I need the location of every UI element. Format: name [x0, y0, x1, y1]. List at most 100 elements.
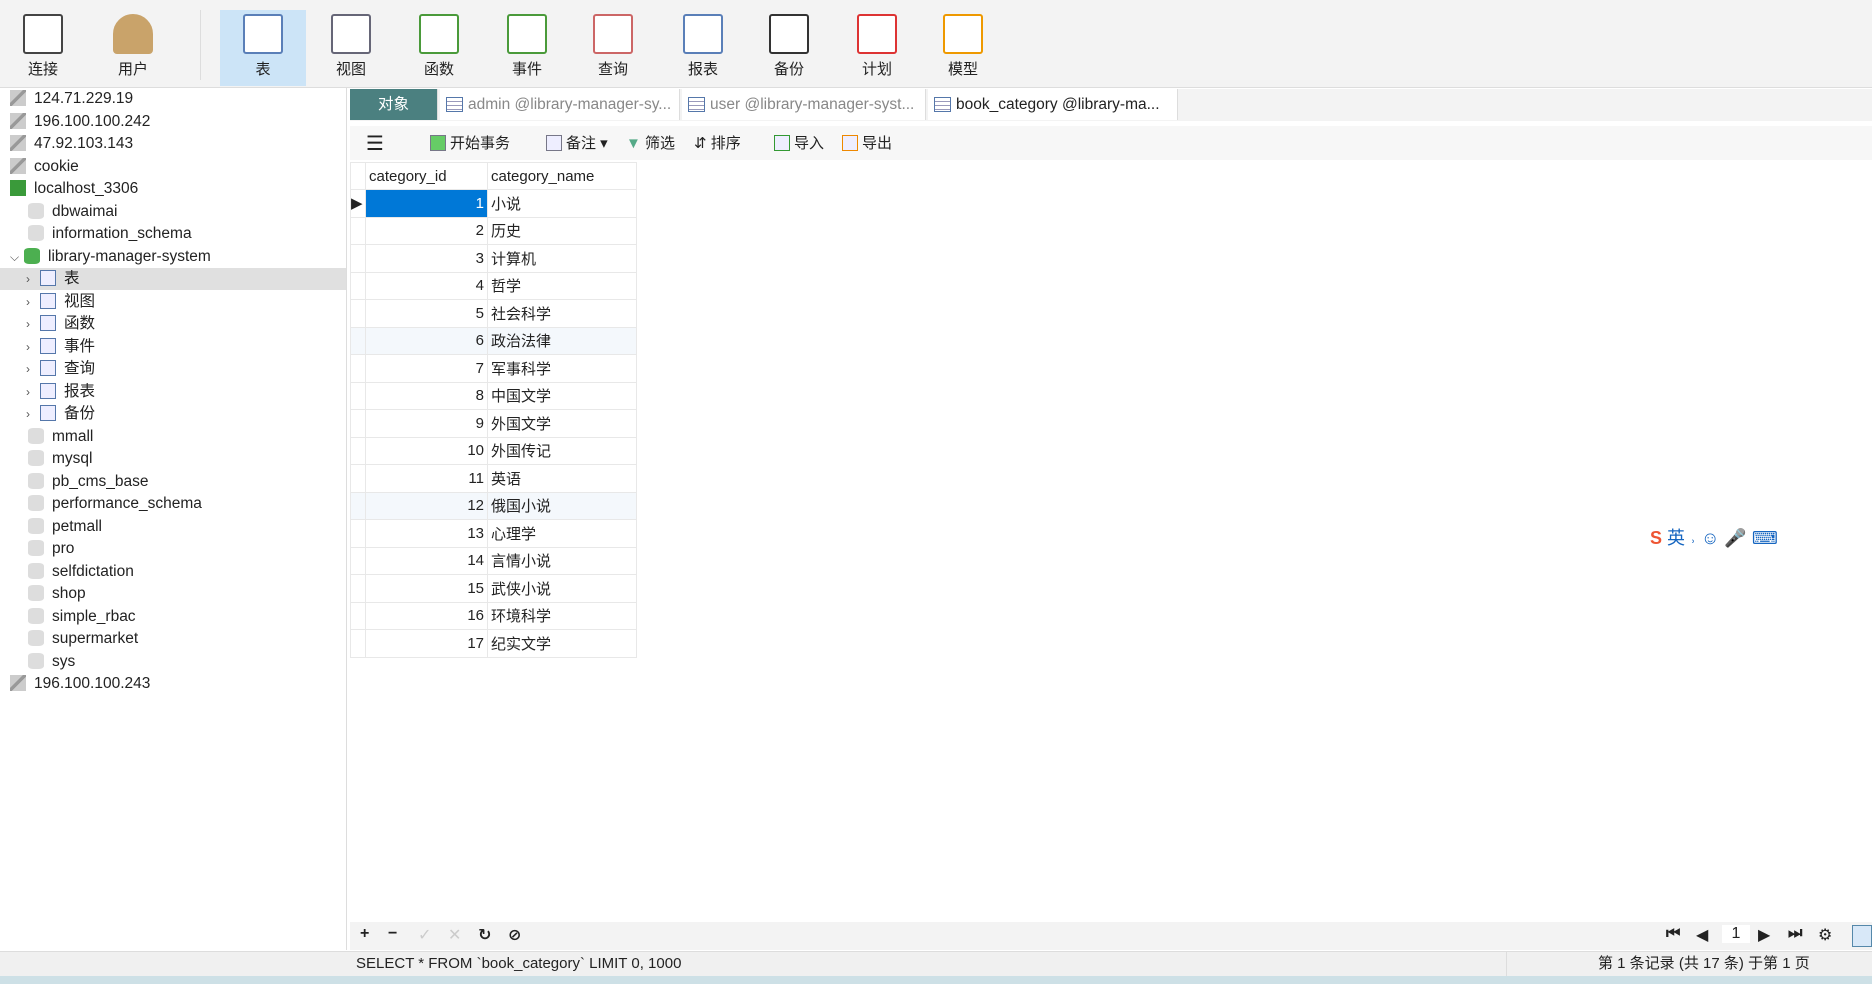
- first-page-button[interactable]: ⏮: [1666, 925, 1680, 943]
- page-input[interactable]: 1: [1722, 925, 1750, 943]
- table-row[interactable]: 2 历史: [350, 216, 637, 245]
- ime-toolbar[interactable]: S 英 ˒ ☺ 🎤 ⌨: [1650, 524, 1778, 550]
- tab-table[interactable]: admin @library-manager-sy...: [440, 89, 680, 120]
- cell-category-name[interactable]: 俄国小说: [487, 491, 637, 520]
- table-row[interactable]: 3 计算机: [350, 244, 637, 273]
- add-record-button[interactable]: +: [360, 925, 369, 943]
- table-row[interactable]: 17 纪实文学: [350, 629, 637, 658]
- cell-category-id[interactable]: 7: [365, 354, 488, 383]
- row-indicator[interactable]: [350, 546, 366, 575]
- stop-button[interactable]: ⊘: [508, 925, 521, 945]
- cell-category-name[interactable]: 社会科学: [487, 299, 637, 328]
- table-row[interactable]: 6 政治法律: [350, 326, 637, 355]
- next-page-button[interactable]: ▶: [1758, 925, 1770, 945]
- grid-view-toggle[interactable]: [1852, 925, 1872, 947]
- begin-transaction-button[interactable]: 开始事务: [430, 133, 510, 155]
- tree-node[interactable]: supermarket: [0, 628, 346, 650]
- table-row[interactable]: ▶ 1 小说: [350, 189, 637, 218]
- cell-category-id[interactable]: 13: [365, 519, 488, 548]
- table-row[interactable]: 4 哲学: [350, 271, 637, 300]
- cell-category-name[interactable]: 历史: [487, 216, 637, 245]
- tree-node[interactable]: 47.92.103.143: [0, 133, 346, 155]
- tree-node[interactable]: › 备份: [0, 403, 346, 425]
- column-header[interactable]: category_name: [487, 162, 637, 190]
- cell-category-id[interactable]: 10: [365, 436, 488, 465]
- cell-category-name[interactable]: 小说: [487, 189, 637, 218]
- tree-node[interactable]: 196.100.100.242: [0, 111, 346, 133]
- toolbar-query-button[interactable]: 查询: [570, 10, 656, 86]
- cell-category-name[interactable]: 纪实文学: [487, 629, 637, 658]
- toolbar-plug-button[interactable]: 连接: [0, 10, 86, 86]
- row-indicator[interactable]: [350, 436, 366, 465]
- row-indicator[interactable]: [350, 244, 366, 273]
- toolbar-schedule-button[interactable]: 计划: [834, 10, 920, 86]
- tab-objects[interactable]: 对象: [350, 89, 438, 120]
- table-row[interactable]: 13 心理学: [350, 519, 637, 548]
- toolbar-view-button[interactable]: 视图: [308, 10, 394, 86]
- tree-node[interactable]: simple_rbac: [0, 606, 346, 628]
- tree-node[interactable]: information_schema: [0, 223, 346, 245]
- tab-table[interactable]: book_category @library-ma...: [928, 89, 1178, 120]
- note-button[interactable]: 备注 ▾: [546, 133, 608, 155]
- tree-node[interactable]: ⌵ library-manager-system: [0, 246, 346, 268]
- tree-node[interactable]: mysql: [0, 448, 346, 470]
- cell-category-name[interactable]: 外国传记: [487, 436, 637, 465]
- cell-category-name[interactable]: 武侠小说: [487, 574, 637, 603]
- tree-node[interactable]: localhost_3306: [0, 178, 346, 200]
- row-indicator[interactable]: [350, 464, 366, 493]
- apply-button[interactable]: ✓: [418, 925, 431, 945]
- cell-category-name[interactable]: 中国文学: [487, 381, 637, 410]
- cell-category-id[interactable]: 6: [365, 326, 488, 355]
- chevron-right-icon[interactable]: ›: [26, 313, 40, 335]
- tree-node[interactable]: mmall: [0, 426, 346, 448]
- row-indicator[interactable]: [350, 519, 366, 548]
- toolbar-event-button[interactable]: 事件: [484, 10, 570, 86]
- row-indicator[interactable]: [350, 299, 366, 328]
- tree-node[interactable]: › 表: [0, 268, 346, 290]
- cell-category-name[interactable]: 环境科学: [487, 601, 637, 630]
- cell-category-id[interactable]: 12: [365, 491, 488, 520]
- table-row[interactable]: 15 武侠小说: [350, 574, 637, 603]
- chevron-right-icon[interactable]: ›: [26, 358, 40, 380]
- chevron-right-icon[interactable]: ›: [26, 268, 40, 290]
- tree-node[interactable]: 124.71.229.19: [0, 88, 346, 110]
- cell-category-id[interactable]: 17: [365, 629, 488, 658]
- cell-category-id[interactable]: 3: [365, 244, 488, 273]
- tree-node[interactable]: performance_schema: [0, 493, 346, 515]
- cell-category-id[interactable]: 2: [365, 216, 488, 245]
- table-row[interactable]: 16 环境科学: [350, 601, 637, 630]
- chevron-right-icon[interactable]: ›: [26, 336, 40, 358]
- tree-node[interactable]: petmall: [0, 516, 346, 538]
- cell-category-name[interactable]: 心理学: [487, 519, 637, 548]
- cell-category-name[interactable]: 军事科学: [487, 354, 637, 383]
- tree-node[interactable]: dbwaimai: [0, 201, 346, 223]
- table-row[interactable]: 8 中国文学: [350, 381, 637, 410]
- cell-category-id[interactable]: 11: [365, 464, 488, 493]
- column-header[interactable]: category_id: [365, 162, 488, 190]
- table-row[interactable]: 10 外国传记: [350, 436, 637, 465]
- cell-category-id[interactable]: 4: [365, 271, 488, 300]
- delete-record-button[interactable]: −: [388, 925, 397, 943]
- table-row[interactable]: 14 言情小说: [350, 546, 637, 575]
- cell-category-id[interactable]: 1: [365, 189, 488, 218]
- row-indicator[interactable]: [350, 326, 366, 355]
- cell-category-id[interactable]: 16: [365, 601, 488, 630]
- row-indicator[interactable]: [350, 216, 366, 245]
- cell-category-id[interactable]: 8: [365, 381, 488, 410]
- table-row[interactable]: 11 英语: [350, 464, 637, 493]
- chevron-right-icon[interactable]: ›: [26, 291, 40, 313]
- toolbar-user-button[interactable]: 用户: [90, 10, 176, 86]
- tree-node[interactable]: › 视图: [0, 291, 346, 313]
- table-row[interactable]: 7 军事科学: [350, 354, 637, 383]
- cell-category-name[interactable]: 英语: [487, 464, 637, 493]
- row-indicator[interactable]: [350, 601, 366, 630]
- tree-node[interactable]: › 事件: [0, 336, 346, 358]
- cell-category-id[interactable]: 15: [365, 574, 488, 603]
- tree-node[interactable]: › 函数: [0, 313, 346, 335]
- cell-category-name[interactable]: 言情小说: [487, 546, 637, 575]
- cell-category-id[interactable]: 14: [365, 546, 488, 575]
- prev-page-button[interactable]: ◀: [1696, 925, 1708, 945]
- table-row[interactable]: 5 社会科学: [350, 299, 637, 328]
- export-button[interactable]: 导出: [842, 133, 892, 155]
- toolbar-function-button[interactable]: 函数: [396, 10, 482, 86]
